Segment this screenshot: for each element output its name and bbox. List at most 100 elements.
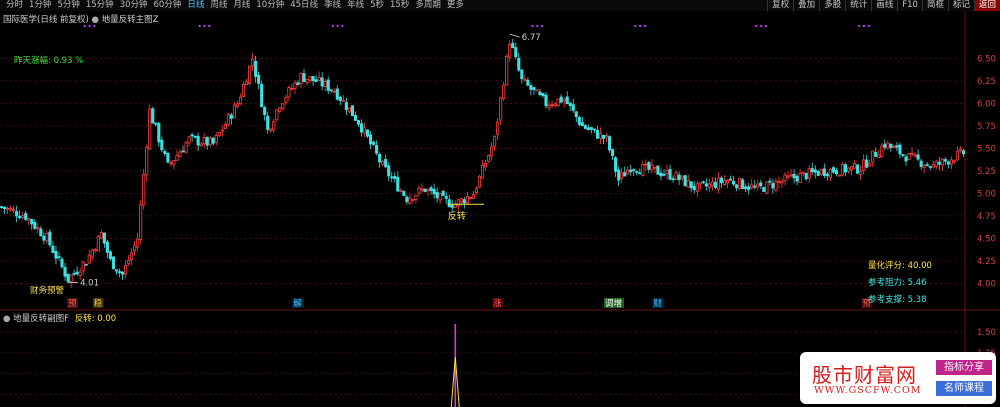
candle-body	[193, 135, 197, 138]
toolbar-button-6[interactable]: 简框	[921, 0, 948, 11]
timeframe-15[interactable]: 多周期	[415, 0, 441, 11]
candle-body	[178, 151, 182, 157]
candle-body	[592, 128, 596, 131]
candle-body	[856, 164, 860, 174]
candle-body	[229, 114, 233, 119]
candle-body	[598, 133, 603, 139]
candle-body	[27, 218, 31, 221]
toolbar-button-1[interactable]: 叠加	[793, 0, 819, 11]
purple-marker	[540, 24, 544, 28]
candle-body	[105, 241, 109, 253]
y-tick-label: 5.50	[977, 144, 996, 154]
candle-body	[638, 172, 642, 175]
candle-body	[120, 271, 125, 275]
candle-body	[520, 69, 524, 80]
timeframe-2[interactable]: 5分钟	[57, 0, 79, 11]
toolbar-button-0[interactable]: 复权	[767, 0, 793, 11]
candle-body	[15, 211, 19, 217]
candle-body	[889, 143, 893, 148]
toolbar-button-8[interactable]: 返回	[973, 0, 1000, 11]
purple-marker	[531, 24, 534, 28]
candle-body	[18, 215, 22, 219]
candle-body	[145, 146, 149, 176]
candle-body	[493, 135, 497, 147]
candle-body	[456, 199, 460, 207]
candle-body	[798, 172, 802, 183]
toolbar-button-2[interactable]: 多股	[819, 0, 845, 11]
gear-icon[interactable]: ●	[3, 314, 10, 324]
candle-body	[42, 235, 46, 241]
candle-body	[93, 249, 97, 252]
timeframe-7[interactable]: 周线	[210, 0, 227, 11]
timeframe-10[interactable]: 45日线	[290, 0, 318, 11]
candle-body	[281, 103, 285, 110]
candle-body	[320, 77, 324, 87]
candle-body	[529, 85, 533, 90]
timeframe-0[interactable]: 分时	[6, 0, 23, 11]
timeframe-3[interactable]: 15分钟	[86, 0, 114, 11]
candle-body	[898, 144, 902, 155]
candle-body	[359, 123, 364, 133]
candle-body	[223, 123, 227, 129]
y-tick-label: 4.00	[977, 279, 996, 289]
candle-body	[716, 177, 721, 190]
candle-body	[172, 160, 176, 166]
timeframe-13[interactable]: 5秒	[370, 0, 384, 11]
candle-body	[51, 245, 55, 253]
toolbar-button-3[interactable]: 统计	[845, 0, 871, 11]
candle-body	[438, 193, 442, 201]
candle-body	[580, 122, 584, 127]
candle-body	[462, 199, 466, 204]
candle-body	[142, 174, 146, 206]
candle-body	[187, 136, 191, 144]
candle-body	[629, 169, 633, 173]
reversal-label: 反转	[448, 210, 466, 222]
candle-body	[804, 172, 808, 180]
candle-body	[713, 182, 717, 188]
candle-body	[822, 168, 826, 176]
event-tag-1: 稳	[94, 298, 103, 309]
candle-body	[24, 213, 28, 220]
timeframe-1[interactable]: 1分钟	[29, 0, 51, 11]
candle-body	[650, 164, 654, 171]
candle-body	[241, 84, 246, 97]
candle-body	[133, 244, 137, 252]
toolbar-button-4[interactable]: 画线	[871, 0, 897, 11]
candle-body	[623, 172, 627, 177]
candle-body	[480, 164, 485, 179]
candle-body	[102, 232, 106, 244]
purple-marker	[862, 24, 866, 28]
timeframe-5[interactable]: 60分钟	[154, 0, 182, 11]
candle-body	[444, 196, 448, 199]
candle-body	[789, 174, 793, 177]
timeframe-12[interactable]: 年线	[347, 0, 364, 11]
sub-indicator-name[interactable]: 地量反转副图F	[13, 314, 69, 324]
candle-body	[735, 184, 739, 189]
main-candlestick-chart[interactable]: 4.00 4.25 4.50 4.75 5.00 5.25 5.50 5.75 6.00 6.25…	[0, 11, 1000, 311]
candle-body	[78, 271, 82, 276]
candle-body	[151, 108, 155, 124]
candle-body	[901, 154, 905, 156]
candle-body	[683, 175, 687, 187]
timeframe-4[interactable]: 30分钟	[120, 0, 148, 11]
timeframe-14[interactable]: 15秒	[390, 0, 409, 11]
y-tick-label: 6.00	[977, 99, 996, 109]
candle-body	[559, 96, 563, 103]
timeframe-9[interactable]: 10分钟	[256, 0, 284, 11]
candle-body	[396, 176, 400, 192]
candle-body	[450, 204, 454, 208]
candle-body	[792, 173, 796, 179]
candle-body	[175, 154, 179, 161]
candle-body	[447, 199, 451, 208]
toolbar-button-7[interactable]: 标记	[947, 0, 974, 11]
candle-body	[284, 97, 288, 103]
timeframe-11[interactable]: 季线	[324, 0, 341, 11]
candle-body	[163, 150, 167, 154]
candle-body	[819, 168, 823, 175]
candle-body	[807, 168, 811, 179]
toolbar-button-5[interactable]: F10	[897, 0, 922, 11]
candle-body	[166, 152, 170, 163]
timeframe-6[interactable]: 日线	[187, 0, 204, 11]
timeframe-16[interactable]: 更多	[447, 0, 464, 11]
timeframe-8[interactable]: 月线	[233, 0, 250, 11]
